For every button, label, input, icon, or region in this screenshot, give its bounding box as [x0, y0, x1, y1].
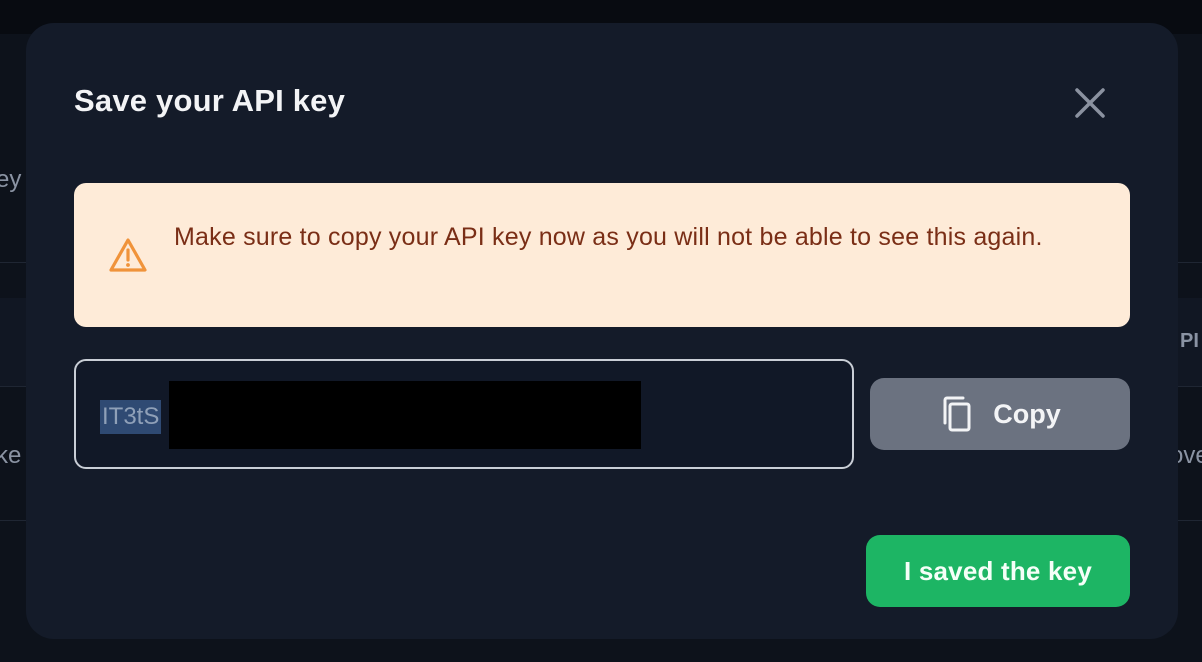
background-key-label: ey: [0, 166, 22, 193]
copy-button[interactable]: Copy: [870, 378, 1130, 450]
save-api-key-modal: Save your API key Make sure to copy your…: [26, 23, 1178, 639]
i-saved-the-key-button[interactable]: I saved the key: [866, 535, 1130, 607]
warning-banner: Make sure to copy your API key now as yo…: [74, 183, 1130, 327]
warning-triangle-icon: [109, 238, 147, 272]
background-api-header: PI: [1180, 330, 1199, 352]
background-key-cell: ke: [0, 442, 22, 469]
copy-icon: [943, 396, 971, 432]
close-button[interactable]: [1070, 83, 1110, 123]
close-icon[interactable]: [1074, 87, 1106, 119]
warning-text: Make sure to copy your API key now as yo…: [174, 223, 1043, 251]
modal-title: Save your API key: [74, 83, 346, 118]
confirm-button-label: I saved the key: [904, 555, 1092, 586]
copy-button-label: Copy: [993, 398, 1061, 429]
api-key-value[interactable]: IT3tS: [100, 400, 162, 434]
redacted-key-block: [169, 381, 641, 449]
api-key-field[interactable]: IT3tS: [74, 359, 854, 469]
